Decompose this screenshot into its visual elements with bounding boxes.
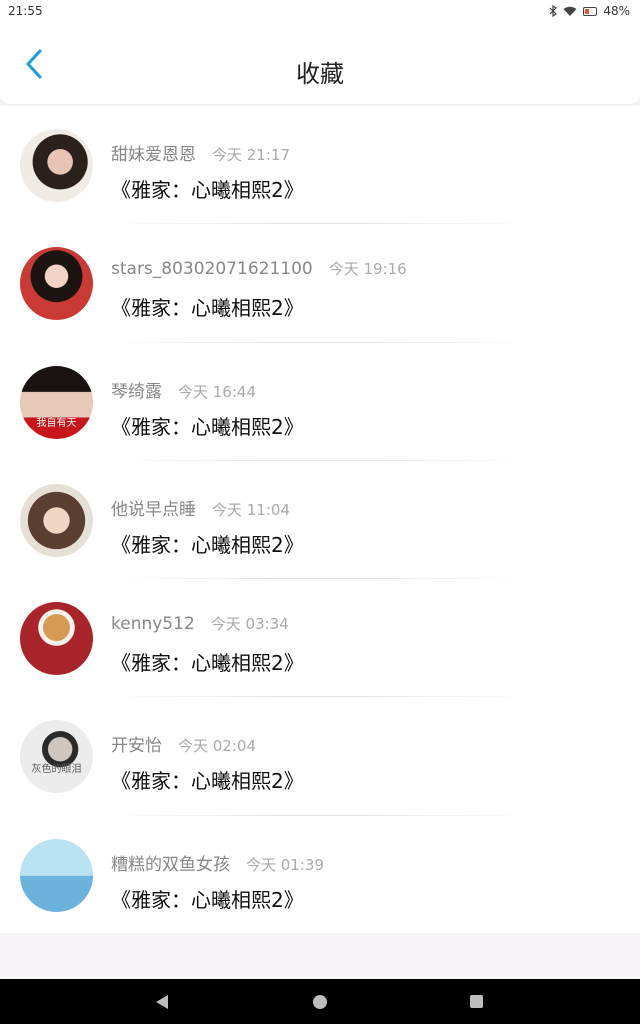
username[interactable]: stars_80302071621100: [111, 259, 313, 279]
navigation-bar: [0, 979, 640, 1024]
username[interactable]: 甜妹爱恩恩: [111, 145, 196, 165]
list-item[interactable]: 他说早点睡 今天 11:04 《雅家：心曦相熙2》: [0, 461, 640, 580]
username[interactable]: kenny512: [111, 614, 195, 634]
status-time: 21:55: [8, 4, 43, 18]
avatar[interactable]: [20, 247, 93, 321]
username[interactable]: 开安怡: [111, 736, 162, 756]
item-title[interactable]: 《雅家：心曦相熙2》: [111, 174, 304, 203]
avatar[interactable]: 灰色的眼泪: [20, 720, 93, 794]
list-item[interactable]: 甜妹爱恩恩 今天 21:17 《雅家：心曦相熙2》: [0, 106, 640, 225]
item-title[interactable]: 《雅家：心曦相熙2》: [111, 884, 304, 913]
avatar-caption: 我自有天: [36, 417, 77, 429]
item-title[interactable]: 《雅家：心曦相熙2》: [111, 647, 304, 676]
header: 收藏: [0, 24, 640, 104]
recents-square-icon: [469, 995, 483, 1008]
avatar[interactable]: [20, 838, 93, 912]
home-circle-icon: [313, 994, 327, 1009]
timestamp: 今天 01:39: [246, 855, 324, 874]
bluetooth-icon: [549, 5, 558, 17]
timestamp: 今天 16:44: [178, 382, 256, 401]
list-item[interactable]: 糟糕的双鱼女孩 今天 01:39 《雅家：心曦相熙2》: [0, 816, 640, 934]
username[interactable]: 琴绮露: [111, 382, 162, 402]
list-item[interactable]: 灰色的眼泪 开安怡 今天 02:04 《雅家：心曦相熙2》: [0, 697, 640, 816]
nav-recents-button[interactable]: [446, 979, 506, 1024]
timestamp: 今天 11:04: [212, 500, 290, 519]
item-title[interactable]: 《雅家：心曦相熙2》: [111, 292, 304, 321]
item-title[interactable]: 《雅家：心曦相熙2》: [111, 411, 304, 440]
list-item[interactable]: stars_80302071621100 今天 19:16 《雅家：心曦相熙2》: [0, 224, 640, 343]
avatar[interactable]: [20, 602, 93, 676]
nav-home-button[interactable]: [290, 979, 350, 1024]
list-item[interactable]: kenny512 今天 03:34 《雅家：心曦相熙2》: [0, 579, 640, 698]
avatar[interactable]: [20, 129, 93, 202]
battery-icon: [583, 6, 598, 16]
status-icons: 48%: [549, 4, 630, 18]
favorites-screen: 21:55 48% 收藏 甜妹爱恩恩 今天 21:17 《雅家：心曦相熙2》 s…: [0, 0, 640, 1024]
list-item[interactable]: 我自有天 琴绮露 今天 16:44 《雅家：心曦相熙2》: [0, 343, 640, 461]
favorites-list: 甜妹爱恩恩 今天 21:17 《雅家：心曦相熙2》 stars_803020716…: [0, 106, 640, 933]
wifi-icon: [563, 6, 577, 16]
item-title[interactable]: 《雅家：心曦相熙2》: [111, 765, 304, 794]
avatar[interactable]: 我自有天: [20, 365, 93, 439]
timestamp: 今天 19:16: [328, 260, 407, 279]
page-title: 收藏: [296, 60, 344, 88]
status-bar: 21:55 48%: [0, 0, 640, 24]
avatar[interactable]: [20, 483, 93, 557]
username[interactable]: 他说早点睡: [111, 500, 196, 520]
timestamp: 今天 21:17: [212, 146, 290, 164]
back-triangle-icon: [156, 994, 168, 1009]
username[interactable]: 糟糕的双鱼女孩: [111, 855, 230, 875]
list-footer-space: [0, 933, 640, 979]
item-title[interactable]: 《雅家：心曦相熙2》: [111, 529, 304, 558]
timestamp: 今天 03:34: [210, 615, 289, 634]
avatar-caption: 灰色的眼泪: [31, 764, 82, 776]
nav-back-button[interactable]: [132, 979, 192, 1024]
battery-percent: 48%: [603, 4, 630, 18]
timestamp: 今天 02:04: [178, 737, 256, 756]
